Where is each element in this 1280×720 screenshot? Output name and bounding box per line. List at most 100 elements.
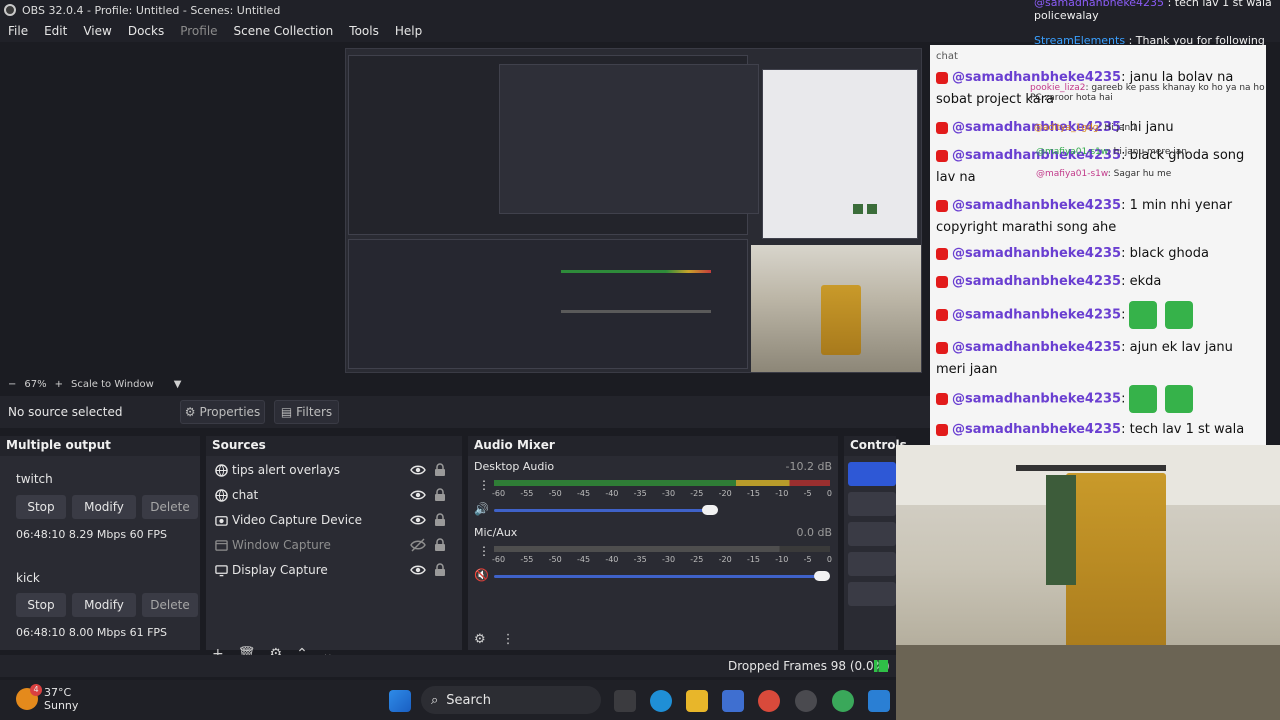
lock-icon[interactable] (434, 513, 446, 527)
preview-canvas[interactable] (345, 48, 922, 373)
delete-button[interactable]: Delete (142, 593, 198, 617)
dock-body: twitch Stop Modify Delete 06:48:10 8.29 … (0, 456, 200, 650)
source-item[interactable]: Window Capture (206, 533, 462, 557)
speaker-icon[interactable]: 🔊 (474, 502, 489, 516)
volume-meter (494, 546, 830, 552)
filters-button[interactable]: ▤ Filters (274, 400, 339, 424)
eye-hidden-icon[interactable] (410, 537, 426, 553)
windows-start-icon[interactable] (389, 690, 411, 712)
camera-feed (896, 445, 1280, 720)
output-stats: 06:48:10 8.29 Mbps 60 FPS (16, 528, 168, 541)
weather-widget[interactable]: 37°C Sunny (44, 686, 78, 712)
overlay-user: @samadhanbheke4235 (1034, 0, 1165, 9)
filter-icon: ▤ (280, 405, 293, 419)
source-label: tips alert overlays (232, 463, 341, 477)
lock-icon[interactable] (434, 488, 446, 502)
chat-overlay: chat @samadhanbheke4235: janu la bolav n… (930, 45, 1266, 445)
output-stats: 06:48:10 8.00 Mbps 61 FPS (16, 626, 168, 639)
properties-button[interactable]: ⚙ Properties (180, 400, 265, 424)
modify-button[interactable]: Modify (72, 593, 136, 617)
source-toolbar: No source selected ⚙ Properties ▤ Filter… (0, 396, 930, 428)
menu-tools[interactable]: Tools (341, 24, 387, 38)
file-explorer-icon[interactable] (686, 690, 708, 712)
volume-slider[interactable] (494, 575, 824, 578)
dock-body: tips alert overlays chat Video Capture D… (206, 456, 462, 662)
eye-icon[interactable] (410, 562, 426, 578)
eye-icon[interactable] (410, 512, 426, 528)
eye-icon[interactable] (410, 487, 426, 503)
chat-message: @samadhanbheke4235: tech lav 1 st wala (936, 419, 1262, 441)
volume-slider-knob[interactable] (702, 505, 718, 515)
zoom-level: 67% (24, 378, 47, 390)
muted-speaker-icon[interactable]: 🔇 (474, 568, 489, 582)
youtube-badge-icon (936, 341, 948, 354)
volume-slider[interactable] (494, 509, 714, 512)
control-button[interactable] (848, 522, 896, 546)
channel-menu-icon[interactable]: ⋮ (478, 478, 490, 492)
menu-edit[interactable]: Edit (36, 24, 75, 38)
vscode-icon[interactable] (868, 690, 890, 712)
chrome-profile-icon[interactable] (832, 690, 854, 712)
lock-icon[interactable] (434, 563, 446, 577)
start-streaming-button[interactable] (848, 462, 896, 486)
output-name: kick (16, 571, 40, 585)
mixer-footer: ⚙ ⋮ (474, 632, 515, 647)
zoom-out-button[interactable]: − (8, 379, 16, 390)
source-item[interactable]: Display Capture (206, 558, 462, 582)
camera-icon (214, 513, 228, 527)
source-label: Display Capture (232, 563, 328, 577)
task-view-icon[interactable] (614, 690, 636, 712)
zoom-in-button[interactable]: + (55, 379, 63, 390)
multiple-output-dock: Multiple output twitch Stop Modify Delet… (0, 436, 200, 650)
lock-icon[interactable] (434, 538, 446, 552)
dropped-frames: Dropped Frames 98 (0.0%) (728, 659, 890, 673)
volume-slider-knob[interactable] (814, 571, 830, 581)
globe-icon (214, 488, 228, 502)
advanced-audio-icon[interactable]: ⚙ (474, 632, 486, 647)
chat-message: @samadhanbheke4235: black ghoda (936, 243, 1262, 265)
eye-icon[interactable] (410, 462, 426, 478)
chat-message: @samadhanbheke4235: ajun ek lav janu mer… (936, 340, 1233, 377)
source-item[interactable]: tips alert overlays (206, 458, 462, 482)
control-button[interactable] (848, 552, 896, 576)
chat-message: @samadhanbheke4235: ekda (936, 271, 1262, 293)
lock-icon[interactable] (434, 463, 446, 477)
control-button[interactable] (848, 492, 896, 516)
emote-icon (1165, 385, 1194, 413)
search-box[interactable]: ⌕ Search (421, 686, 601, 714)
source-item[interactable]: Video Capture Device (206, 508, 462, 532)
youtube-badge-icon (936, 149, 948, 162)
menu-help[interactable]: Help (387, 24, 430, 38)
menu-scene-collection[interactable]: Scene Collection (226, 24, 342, 38)
chat-message: @samadhanbheke4235: (936, 385, 1262, 413)
channel-menu-icon[interactable]: ⋮ (478, 544, 490, 558)
menu-profile[interactable]: Profile (172, 24, 225, 38)
overlay-line: @aditya_1gdg: Hi janu (1034, 123, 1136, 133)
stop-button[interactable]: Stop (16, 593, 66, 617)
menu-file[interactable]: File (0, 24, 36, 38)
menu-view[interactable]: View (75, 24, 119, 38)
mixer-menu-icon[interactable]: ⋮ (502, 632, 515, 647)
chevron-down-icon[interactable]: ▼ (174, 379, 182, 390)
delete-button[interactable]: Delete (142, 495, 198, 519)
source-item[interactable]: chat (206, 483, 462, 507)
store-icon[interactable] (722, 690, 744, 712)
scale-mode[interactable]: Scale to Window (71, 379, 154, 390)
stop-button[interactable]: Stop (16, 495, 66, 519)
emote-icon (1165, 301, 1194, 329)
youtube-badge-icon (936, 423, 948, 436)
dock-body (844, 456, 896, 650)
youtube-badge-icon (936, 275, 948, 288)
temperature: 37°C (44, 686, 72, 699)
menu-docks[interactable]: Docks (120, 24, 172, 38)
screen: OBS 32.0.4 - Profile: Untitled - Scenes:… (0, 0, 1280, 720)
modify-button[interactable]: Modify (72, 495, 136, 519)
chat-message: @samadhanbheke4235: (936, 301, 1262, 329)
chrome-icon[interactable] (758, 690, 780, 712)
channel-db: -10.2 dB (785, 460, 833, 473)
edge-icon[interactable] (650, 690, 672, 712)
obs-icon[interactable] (795, 690, 817, 712)
control-button[interactable] (848, 582, 896, 606)
overlay-line: @mafiya01-s1w: Sagar hu me (1036, 169, 1172, 179)
nested-obs-window (348, 55, 759, 235)
